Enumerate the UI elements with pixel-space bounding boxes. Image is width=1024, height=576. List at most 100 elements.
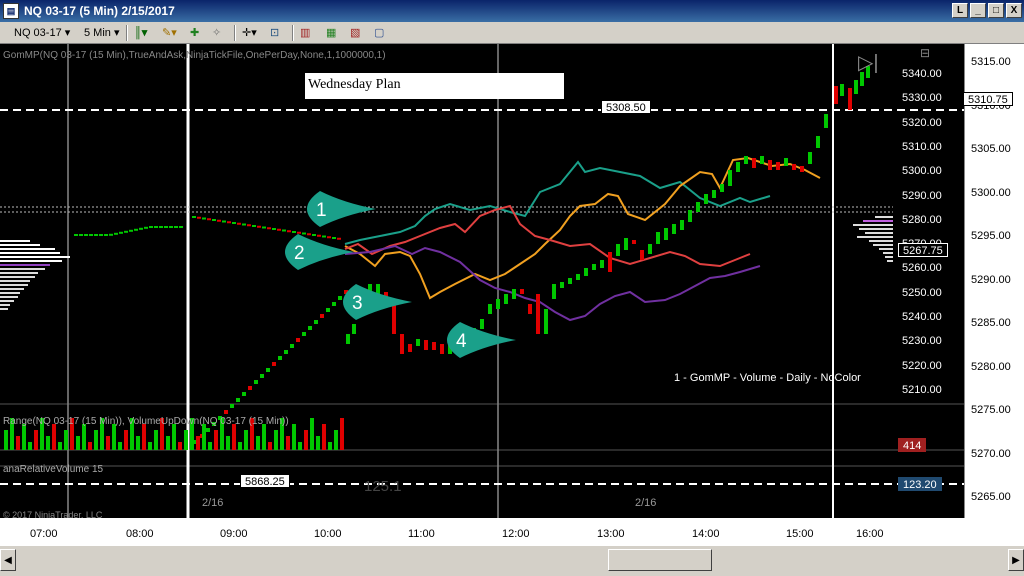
session-tick bbox=[262, 226, 266, 229]
add-indicator-icon[interactable]: ✚ bbox=[190, 25, 199, 41]
prior-session-tick bbox=[144, 226, 148, 229]
volume-profile-bar bbox=[0, 308, 8, 310]
price-candle bbox=[416, 339, 420, 346]
price-candle bbox=[824, 114, 828, 128]
time-tick-label: 14:00 bbox=[692, 528, 720, 540]
callout-number: 3 bbox=[352, 293, 363, 314]
chart-window-icon[interactable]: ▤ bbox=[3, 3, 19, 19]
price-candle bbox=[834, 86, 838, 104]
volume-profile-bar bbox=[0, 288, 24, 290]
price-candle bbox=[296, 338, 300, 342]
prior-session-tick bbox=[149, 226, 153, 228]
date-watermark-right: 2/16 bbox=[635, 497, 657, 509]
volume-bar bbox=[106, 436, 110, 450]
restore-small-button[interactable]: L bbox=[952, 3, 968, 18]
session-tick bbox=[327, 236, 331, 239]
volume-profile-bar bbox=[0, 256, 70, 258]
scroll-left-icon[interactable]: ◀ bbox=[0, 549, 16, 571]
zoom-icon[interactable]: ⊡ bbox=[270, 25, 279, 41]
prior-session-tick bbox=[74, 234, 78, 236]
volume-profile-bar bbox=[0, 292, 20, 294]
price-level-tag[interactable]: 5308.50 bbox=[601, 100, 651, 114]
volume-bar bbox=[322, 424, 326, 450]
minimize-button[interactable]: _ bbox=[970, 3, 986, 18]
bar-type-icon[interactable]: ║▾ bbox=[134, 25, 147, 41]
session-tick bbox=[207, 218, 211, 221]
time-tick-label: 12:00 bbox=[502, 528, 530, 540]
chart-legend: 1 - GomMP - Volume - Daily - NoColor bbox=[674, 372, 861, 384]
price-candle bbox=[520, 289, 524, 294]
orange-indicator-line bbox=[344, 156, 821, 300]
strategy-icon[interactable]: ✧ bbox=[212, 25, 221, 41]
price-candle bbox=[352, 324, 356, 334]
window-linking-icon[interactable]: ▢ bbox=[374, 25, 384, 41]
price-candle bbox=[808, 152, 812, 164]
pencil-draw-icon[interactable]: ✎▾ bbox=[162, 25, 177, 41]
price-candle bbox=[664, 228, 668, 240]
maximize-button[interactable]: □ bbox=[988, 3, 1004, 18]
volume-bar bbox=[214, 430, 218, 450]
time-tick-label: 09:00 bbox=[220, 528, 248, 540]
volume-profile-bar bbox=[865, 232, 893, 234]
volume-profile-bar bbox=[0, 252, 60, 254]
price-candle bbox=[656, 232, 660, 244]
instrument-selector[interactable]: NQ 03-17 ▾ bbox=[14, 25, 70, 41]
volume-bar bbox=[118, 442, 122, 450]
volume-bar bbox=[232, 424, 236, 450]
scroll-right-icon[interactable]: ▶ bbox=[1008, 549, 1024, 571]
session-tick bbox=[312, 234, 316, 236]
price-candle bbox=[440, 344, 444, 354]
chart-properties-icon[interactable]: ▦ bbox=[326, 25, 336, 41]
volume-profile-bar bbox=[0, 248, 55, 250]
close-button[interactable]: X bbox=[1006, 3, 1022, 18]
volume-bar bbox=[292, 424, 296, 450]
crosshair-icon[interactable]: ✛▾ bbox=[242, 25, 257, 41]
price-candle bbox=[224, 410, 228, 414]
time-axis[interactable]: 07:00 08:00 09:00 10:00 11:00 12:00 13:00 14:00… bbox=[0, 518, 1024, 546]
price-candle bbox=[302, 332, 306, 336]
inner-price-tick-label: 5300.00 bbox=[902, 165, 942, 178]
lower-level-tag[interactable]: 5868.25 bbox=[240, 474, 290, 488]
volume-profile-bar bbox=[873, 244, 893, 246]
price-candle bbox=[672, 224, 676, 234]
price-candle bbox=[744, 156, 748, 164]
price-chart[interactable]: 1 2 3 4 Wednesday Plan GomMP(NQ 03-17 (15 M… bbox=[0, 44, 964, 518]
horizontal-scrollbar[interactable] bbox=[0, 546, 1024, 576]
session-tick bbox=[247, 224, 251, 227]
session-tick bbox=[337, 237, 341, 240]
price-axis[interactable]: 5315.005310.005305.005300.005295.005290.… bbox=[963, 44, 1024, 518]
price-candle bbox=[728, 170, 732, 186]
play-forward-icon[interactable]: ▷| bbox=[858, 50, 879, 75]
scroll-thumb[interactable] bbox=[608, 549, 712, 571]
callout-bubble-2[interactable]: 2 bbox=[285, 234, 354, 270]
volume-bar bbox=[142, 424, 146, 450]
price-candle bbox=[800, 166, 804, 172]
volume-bar bbox=[22, 424, 26, 450]
data-box-icon[interactable]: ▥ bbox=[300, 25, 310, 41]
price-tick-label: 5265.00 bbox=[971, 491, 1011, 503]
time-tick-label: 07:00 bbox=[30, 528, 58, 540]
price-candle bbox=[504, 294, 508, 304]
price-tick-label: 5315.00 bbox=[971, 56, 1011, 68]
window-titlebar: ▤ NQ 03-17 (5 Min) 2/15/2017 L _ □ X bbox=[0, 0, 1024, 22]
volume-bar bbox=[52, 424, 56, 450]
volume-bar bbox=[262, 424, 266, 450]
volume-profile-bar bbox=[0, 244, 40, 246]
window-title: NQ 03-17 (5 Min) 2/15/2017 bbox=[24, 4, 175, 18]
price-candle bbox=[242, 392, 246, 396]
template-icon[interactable]: ▧ bbox=[350, 25, 360, 41]
inner-price-tick-label: 5210.00 bbox=[902, 383, 942, 396]
price-candle bbox=[568, 278, 572, 284]
time-tick-label: 15:00 bbox=[786, 528, 814, 540]
price-candle bbox=[584, 268, 588, 276]
interval-selector[interactable]: 5 Min ▾ bbox=[84, 25, 119, 41]
inner-price-tick-label: 5320.00 bbox=[902, 116, 942, 129]
volume-bar bbox=[238, 442, 242, 450]
wednesday-plan-note[interactable]: Wednesday Plan bbox=[305, 73, 564, 99]
callout-bubble-1[interactable]: 1 bbox=[307, 191, 376, 227]
volume-bar bbox=[166, 436, 170, 450]
price-candle bbox=[528, 304, 532, 314]
price-candle bbox=[696, 202, 700, 212]
volume-header: Range(NQ 03-17 (15 Min)), VolumeUpDown(N… bbox=[3, 416, 289, 427]
price-candle bbox=[632, 240, 636, 244]
